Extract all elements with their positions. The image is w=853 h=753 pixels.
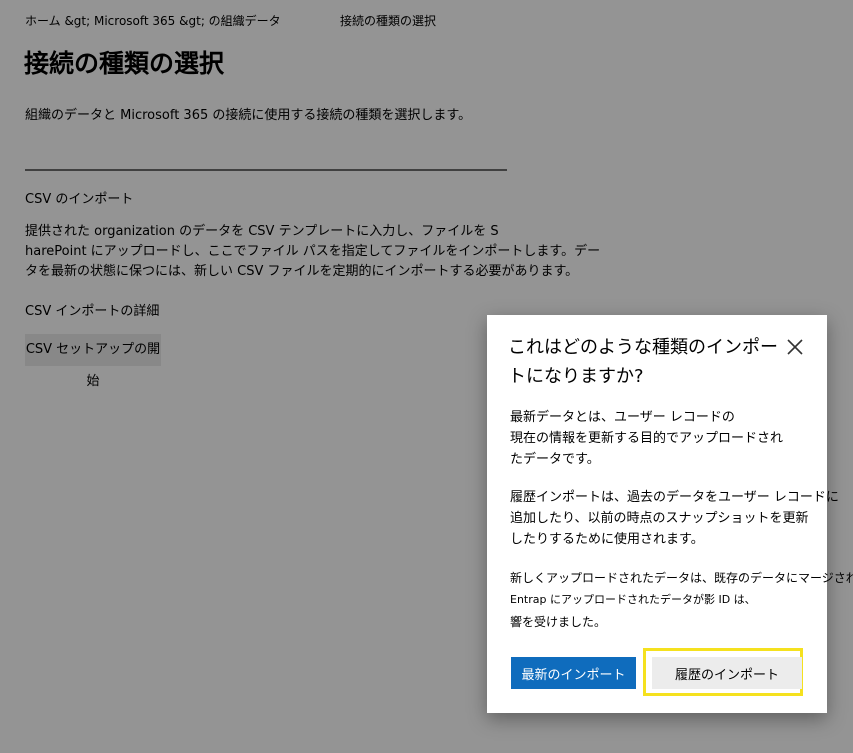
latest-import-button[interactable]: 最新のインポート [511, 657, 636, 689]
dialog-paragraph-merge: 新しくアップロードされたデータは、既存のデータにマージされます。 Entrap … [510, 567, 853, 633]
close-icon [787, 339, 803, 355]
dialog-text-line: Entrap にアップロードされたデータが影 ID は、 [510, 593, 756, 606]
import-type-dialog: これはどのような種類のインポートになりますか? 最新データとは、ユーザー レコー… [487, 315, 853, 713]
close-button[interactable] [783, 335, 807, 359]
dialog-paragraph-history: 履歴インポートは、過去のデータをユーザー レコードに 追加したり、以前の時点のス… [510, 487, 839, 550]
dialog-paragraph-latest: 最新データとは、ユーザー レコードの 現在の情報を更新する目的でアップロードされ… [510, 407, 783, 470]
dialog-text-line: 追加したり、以前の時点のスナップショットを更新 [510, 511, 809, 526]
dialog-text-line: たデータです。 [510, 452, 600, 467]
dialog-text-line: したりするために使用されます。 [510, 532, 704, 547]
dialog-text-line: 最新データとは、ユーザー レコードの [510, 410, 735, 425]
dialog-text-line: 現在の情報を更新する目的でアップロードされ [510, 431, 784, 446]
dialog-text-line: 新しくアップロードされたデータは、既存のデータにマージされます。 [510, 571, 853, 585]
dialog-text-line: 響を受けました。 [510, 615, 607, 629]
dialog-text-line: 履歴インポートは、過去のデータをユーザー レコードに [510, 490, 839, 505]
history-import-button[interactable]: 履歴のインポート [652, 657, 802, 689]
dialog-title: これはどのような種類のインポートになりますか? [508, 337, 778, 387]
